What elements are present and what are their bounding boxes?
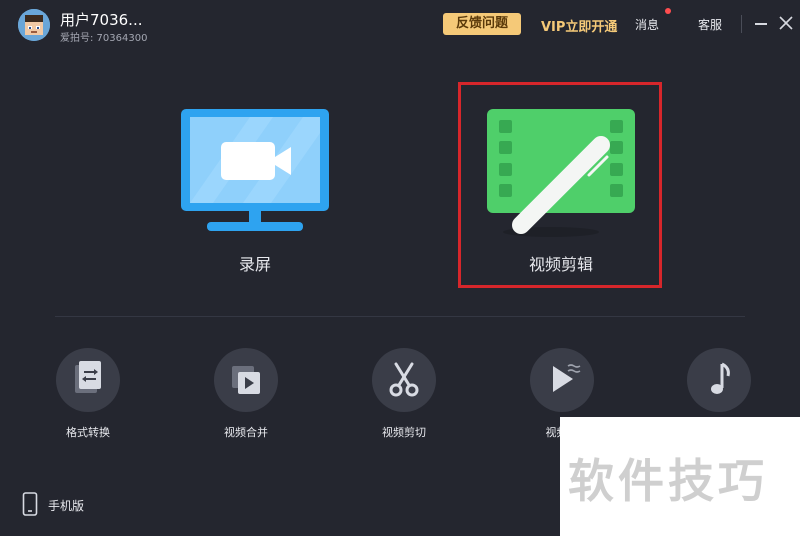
tool-format-convert[interactable]: 格式转换 xyxy=(43,348,133,448)
pixel-avatar-icon xyxy=(18,9,50,41)
watermark-text: 软件技巧 xyxy=(568,454,768,508)
feedback-button[interactable]: 反馈问题 xyxy=(443,13,521,35)
title-bar: 用户7036... 爱拍号: 70364300 反馈问题 VIP立即开通 消息 … xyxy=(0,0,800,50)
vip-upgrade-link[interactable]: VIP立即开通 xyxy=(541,16,617,35)
phone-icon xyxy=(22,492,38,516)
title-separator xyxy=(741,15,742,33)
close-icon xyxy=(779,16,793,30)
tool-video-merge[interactable]: 视频合并 xyxy=(201,348,291,448)
scissors-icon xyxy=(372,348,436,412)
music-note-icon xyxy=(687,348,751,412)
tool-video-cut-label: 视频剪切 xyxy=(382,426,426,439)
customer-service-link[interactable]: 客服 xyxy=(698,16,722,33)
video-merge-icon xyxy=(214,348,278,412)
tool-video-merge-label: 视频合并 xyxy=(224,426,268,439)
tool-video-cut[interactable]: 视频剪切 xyxy=(359,348,449,448)
screen-record-label: 录屏 xyxy=(238,255,271,274)
video-edit-label: 视频剪辑 xyxy=(528,255,593,274)
video-edit-card[interactable]: 视频剪辑 xyxy=(461,85,661,285)
minimize-button[interactable] xyxy=(755,23,767,25)
film-pen-icon xyxy=(487,109,635,237)
tool-format-convert-label: 格式转换 xyxy=(66,426,110,439)
monitor-camera-icon xyxy=(181,109,329,231)
watermark-overlay: 软件技巧 xyxy=(560,417,800,536)
user-id: 爱拍号: 70364300 xyxy=(60,33,148,44)
section-divider xyxy=(55,316,745,317)
play-icon xyxy=(530,348,594,412)
mobile-version-label: 手机版 xyxy=(48,499,85,513)
username[interactable]: 用户7036... xyxy=(60,9,142,30)
unread-dot xyxy=(665,8,671,14)
format-convert-icon xyxy=(56,348,120,412)
close-button[interactable] xyxy=(778,15,794,31)
messages-link[interactable]: 消息 xyxy=(635,16,659,33)
screen-record-card[interactable]: 录屏 xyxy=(155,85,355,285)
avatar[interactable] xyxy=(18,9,50,41)
